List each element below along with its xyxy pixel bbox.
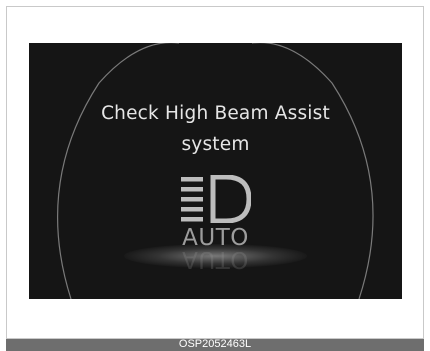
caption-bar: OSP2052463L (6, 338, 424, 351)
warning-message-line2: system (181, 134, 250, 155)
figure-code: OSP2052463L (178, 338, 252, 350)
warning-message-line1: Check High Beam Assist (101, 103, 330, 124)
high-beam-assist-icon (181, 175, 251, 223)
cluster-display: Check High Beam Assist system AUTO AUTO (29, 43, 402, 299)
auto-label: AUTO (182, 225, 249, 251)
auto-label-reflection: AUTO (182, 252, 249, 272)
